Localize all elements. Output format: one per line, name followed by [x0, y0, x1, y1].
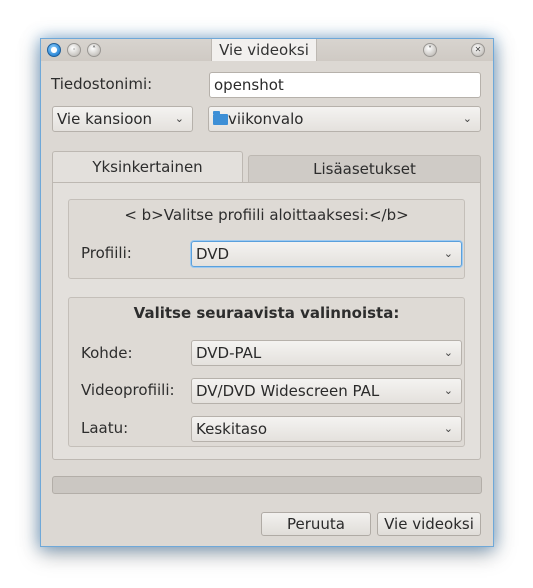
- chevron-down-icon: ⌄: [443, 384, 453, 397]
- quality-select[interactable]: Keskitaso ⌄: [191, 416, 462, 442]
- filename-label: Tiedostonimi:: [51, 75, 153, 93]
- video-profile-label: Videoprofiili:: [81, 381, 175, 399]
- video-profile-select[interactable]: DV/DVD Widescreen PAL ⌄: [191, 378, 462, 404]
- app-menu-icon[interactable]: ●: [47, 43, 61, 57]
- target-select[interactable]: DVD-PAL ⌄: [191, 340, 462, 366]
- export-video-button[interactable]: Vie videoksi: [377, 512, 481, 536]
- window-title: Vie videoksi: [211, 39, 317, 61]
- folder-select[interactable]: viikonvalo ⌄: [208, 106, 481, 132]
- minimize-chevron-icon[interactable]: ˅: [423, 43, 437, 57]
- profile-value: DVD: [196, 245, 230, 263]
- shade-up-icon[interactable]: ˄: [87, 43, 101, 57]
- chevron-down-icon: ⌄: [443, 346, 453, 359]
- options-heading: Valitse seuraavista valinnoista:: [133, 304, 400, 322]
- minimize-dot-icon[interactable]: ·: [67, 43, 81, 57]
- chevron-down-icon: ⌄: [443, 422, 453, 435]
- chevron-down-icon: ⌄: [462, 112, 472, 125]
- folder-icon: [213, 111, 228, 125]
- filename-input[interactable]: openshot: [209, 72, 481, 98]
- folder-value: viikonvalo: [228, 110, 304, 128]
- tab-advanced[interactable]: Lisäasetukset: [248, 155, 481, 183]
- chevron-down-icon: ⌄: [174, 112, 184, 125]
- profile-prompt: < b>Valitse profiili aloittaaksesi:</b>: [124, 206, 409, 224]
- title-bar[interactable]: ● · ˄ Vie videoksi ˅ ✕: [41, 39, 493, 61]
- tab-simple[interactable]: Yksinkertainen: [52, 151, 243, 183]
- video-profile-value: DV/DVD Widescreen PAL: [196, 382, 380, 400]
- profile-label: Profiili:: [81, 244, 132, 262]
- export-video-dialog: ● · ˄ Vie videoksi ˅ ✕ Tiedostonimi: ope…: [40, 38, 494, 547]
- export-folder-button[interactable]: Vie kansioon ⌄: [52, 106, 193, 132]
- target-label: Kohde:: [81, 344, 133, 362]
- profile-select[interactable]: DVD ⌄: [191, 241, 462, 267]
- cancel-button[interactable]: Peruuta: [261, 512, 371, 536]
- chevron-down-icon: ⌄: [443, 247, 453, 260]
- export-progress-bar: [52, 476, 482, 494]
- quality-value: Keskitaso: [196, 420, 268, 438]
- export-folder-label: Vie kansioon: [57, 110, 153, 128]
- close-icon[interactable]: ✕: [471, 43, 485, 57]
- target-value: DVD-PAL: [196, 344, 262, 362]
- quality-label: Laatu:: [81, 419, 129, 437]
